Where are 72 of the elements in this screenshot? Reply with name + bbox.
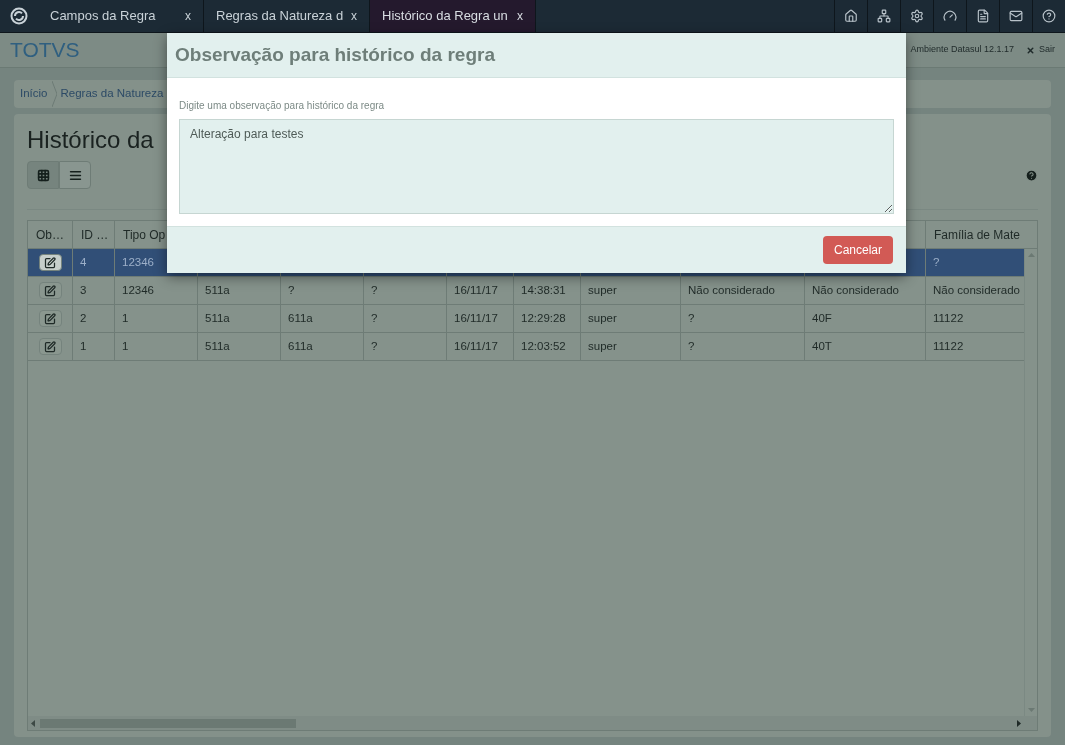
grid-icon: [36, 168, 50, 182]
table-cell: ?: [364, 305, 447, 332]
table-cell: 16/11/17: [447, 277, 514, 304]
logo-icon[interactable]: [10, 7, 28, 25]
close-tab-button[interactable]: x: [185, 7, 191, 25]
table-cell: 3: [73, 277, 115, 304]
brand-logo: TOTVS: [10, 37, 80, 64]
list-view-button[interactable]: [59, 161, 91, 189]
page-title: Histórico da: [27, 126, 154, 154]
edit-note-button[interactable]: [38, 310, 62, 327]
gauge-icon[interactable]: [943, 9, 957, 23]
edit-note-button[interactable]: [38, 338, 62, 355]
table-cell: 611a: [281, 305, 364, 332]
table-cell: 2: [73, 305, 115, 332]
table-cell: super: [581, 305, 681, 332]
grid-view-button[interactable]: [27, 161, 59, 189]
table-cell: 14:38:31: [514, 277, 581, 304]
table-cell: 511a: [198, 277, 281, 304]
table-cell: 40T: [805, 333, 926, 360]
close-tab-button[interactable]: x: [517, 7, 523, 25]
table-cell: ?: [681, 305, 805, 332]
table-cell: 12:29:28: [514, 305, 581, 332]
column-header[interactable]: ID …: [73, 221, 115, 248]
tab[interactable]: Histórico da Regra un x: [370, 0, 536, 32]
close-icon[interactable]: [1026, 45, 1035, 55]
table-row[interactable]: 1 1 511a 611a ? 16/11/17 12:03:52 super ? 40T 11122: [28, 333, 1024, 361]
mail-icon[interactable]: [1009, 9, 1023, 23]
document-icon[interactable]: [976, 9, 990, 23]
scroll-right-icon[interactable]: [1017, 719, 1021, 727]
table-cell: 4: [73, 249, 115, 276]
edit-note-button[interactable]: [38, 282, 62, 299]
table-cell: ?: [681, 333, 805, 360]
column-header[interactable]: Ob…: [28, 221, 73, 248]
horizontal-scrollbar[interactable]: [28, 716, 1024, 730]
table-cell: ?: [364, 333, 447, 360]
breadcrumb-link[interactable]: Início: [20, 85, 48, 103]
table-cell: 1: [73, 333, 115, 360]
table-cell: Não considerado: [805, 277, 926, 304]
observation-field[interactable]: Alteração para testes: [179, 119, 894, 214]
table-cell: 12:03:52: [514, 333, 581, 360]
help-icon[interactable]: [1025, 168, 1038, 182]
field-label: Digite uma observação para histórico da regra: [179, 99, 386, 113]
list-icon: [68, 168, 82, 182]
scroll-left-icon[interactable]: [31, 719, 35, 727]
column-header[interactable]: Família de Mate: [926, 221, 1024, 248]
sitemap-icon[interactable]: [877, 9, 891, 23]
table-cell: 1: [115, 333, 198, 360]
table-cell: super: [581, 277, 681, 304]
edit-note-button[interactable]: [38, 254, 62, 271]
help-icon[interactable]: [1042, 9, 1056, 23]
table-cell: 40F: [805, 305, 926, 332]
settings-icon[interactable]: [910, 9, 924, 23]
table-cell: ?: [281, 277, 364, 304]
table-row[interactable]: 3 12346 511a ? ? 16/11/17 14:38:31 super Não considerado Não considerado Não considerado: [28, 277, 1024, 305]
table-cell: 611a: [281, 333, 364, 360]
home-icon[interactable]: [844, 9, 858, 23]
table-cell: 511a: [198, 305, 281, 332]
table-cell: ?: [364, 277, 447, 304]
logout-link[interactable]: Sair: [1039, 43, 1055, 57]
table-cell: Não considerado: [681, 277, 805, 304]
table-cell: 16/11/17: [447, 333, 514, 360]
cancel-button[interactable]: Cancelar: [822, 236, 893, 264]
breadcrumb-link[interactable]: Regras da Natureza: [60, 85, 164, 103]
table-cell: 511a: [198, 333, 281, 360]
environment-label: Ambiente Datasul 12.1.17: [910, 43, 1014, 57]
close-tab-button[interactable]: x: [351, 7, 357, 25]
table-cell: 16/11/17: [447, 305, 514, 332]
dialog-title: Observação para histórico da regra: [175, 42, 495, 67]
table-cell: super: [581, 333, 681, 360]
table-cell: 1: [115, 305, 198, 332]
table-cell: 12346: [115, 277, 198, 304]
table-row[interactable]: 2 1 511a 611a ? 16/11/17 12:29:28 super ? 40F 11122: [28, 305, 1024, 333]
